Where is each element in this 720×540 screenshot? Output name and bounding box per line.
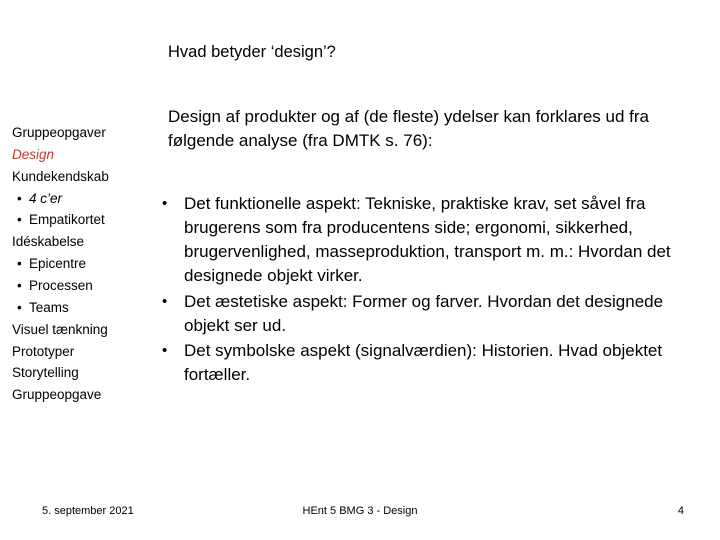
sidebar-item-ideskabelse: Idéskabelse bbox=[12, 231, 152, 253]
slide-outline-sidebar: Gruppeopgaver Design Kundekendskab • 4 c’… bbox=[12, 122, 152, 406]
bullet-icon: • bbox=[17, 299, 22, 315]
list-item-text: Det symbolske aspekt (signalværdien): Hi… bbox=[184, 340, 663, 384]
slide: Hvad betyder ‘design’? Gruppeopgaver Des… bbox=[0, 0, 720, 540]
list-item-text: Det funktionelle aspekt: Tekniske, prakt… bbox=[184, 194, 671, 286]
bullet-icon: • bbox=[162, 292, 168, 310]
bullet-icon: • bbox=[17, 212, 22, 228]
sidebar-item-label: Storytelling bbox=[12, 365, 79, 381]
bullet-icon: • bbox=[162, 341, 168, 359]
sidebar-item-label: Epicentre bbox=[29, 256, 87, 272]
sidebar-item-label: Prototyper bbox=[12, 343, 75, 359]
sidebar-item-processen: • Processen bbox=[12, 275, 152, 297]
sidebar-item-label: Design bbox=[12, 146, 55, 162]
list-item: • Det symbolske aspekt (signalværdien): … bbox=[162, 339, 692, 387]
bullet-icon: • bbox=[17, 190, 22, 206]
sidebar-item-label: Processen bbox=[29, 278, 93, 294]
sidebar-item-gruppeopgaver: Gruppeopgaver bbox=[12, 122, 152, 144]
slide-footer: 5. september 2021 HEnt 5 BMG 3 - Design … bbox=[0, 505, 720, 527]
sidebar-item-label: Teams bbox=[29, 299, 69, 315]
sidebar-item-design: Design bbox=[12, 144, 152, 166]
sidebar-item-label: 4 c’er bbox=[29, 190, 63, 206]
sidebar-item-epicentre: • Epicentre bbox=[12, 253, 152, 275]
footer-page-number: 4 bbox=[677, 505, 684, 517]
sidebar-item-gruppeopgave: Gruppeopgave bbox=[12, 384, 152, 406]
page-title: Hvad betyder ‘design’? bbox=[168, 43, 336, 61]
bullet-icon: • bbox=[17, 256, 22, 272]
sidebar-item-teams: • Teams bbox=[12, 297, 152, 319]
sidebar-item-prototyper: Prototyper bbox=[12, 341, 152, 363]
sidebar-item-kundekendskab: Kundekendskab bbox=[12, 166, 152, 188]
sidebar-item-label: Kundekendskab bbox=[12, 168, 109, 184]
list-item-text: Det æstetiske aspekt: Former og farver. … bbox=[184, 291, 664, 335]
bullet-icon: • bbox=[17, 278, 22, 294]
sidebar-item-label: Empatikortet bbox=[29, 212, 105, 228]
sidebar-item-visuel-taenkning: Visuel tænkning bbox=[12, 319, 152, 341]
bullet-icon: • bbox=[162, 195, 168, 212]
sidebar-item-4cer: • 4 c’er bbox=[12, 188, 152, 210]
list-item: • Det funktionelle aspekt: Tekniske, pra… bbox=[162, 192, 692, 289]
sidebar-item-label: Gruppeopgave bbox=[12, 387, 102, 403]
sidebar-item-empatikortet: • Empatikortet bbox=[12, 209, 152, 231]
intro-paragraph: Design af produkter og af (de fleste) yd… bbox=[168, 107, 649, 151]
sidebar-item-label: Gruppeopgaver bbox=[12, 125, 106, 140]
sidebar-item-label: Idéskabelse bbox=[12, 234, 85, 250]
sidebar-item-label: Visuel tænkning bbox=[12, 321, 108, 337]
aspects-list: • Det funktionelle aspekt: Tekniske, pra… bbox=[162, 192, 692, 388]
footer-center-text: HEnt 5 BMG 3 - Design bbox=[302, 505, 418, 517]
list-item: • Det æstetiske aspekt: Former og farver… bbox=[162, 290, 692, 338]
sidebar-item-storytelling: Storytelling bbox=[12, 362, 152, 384]
